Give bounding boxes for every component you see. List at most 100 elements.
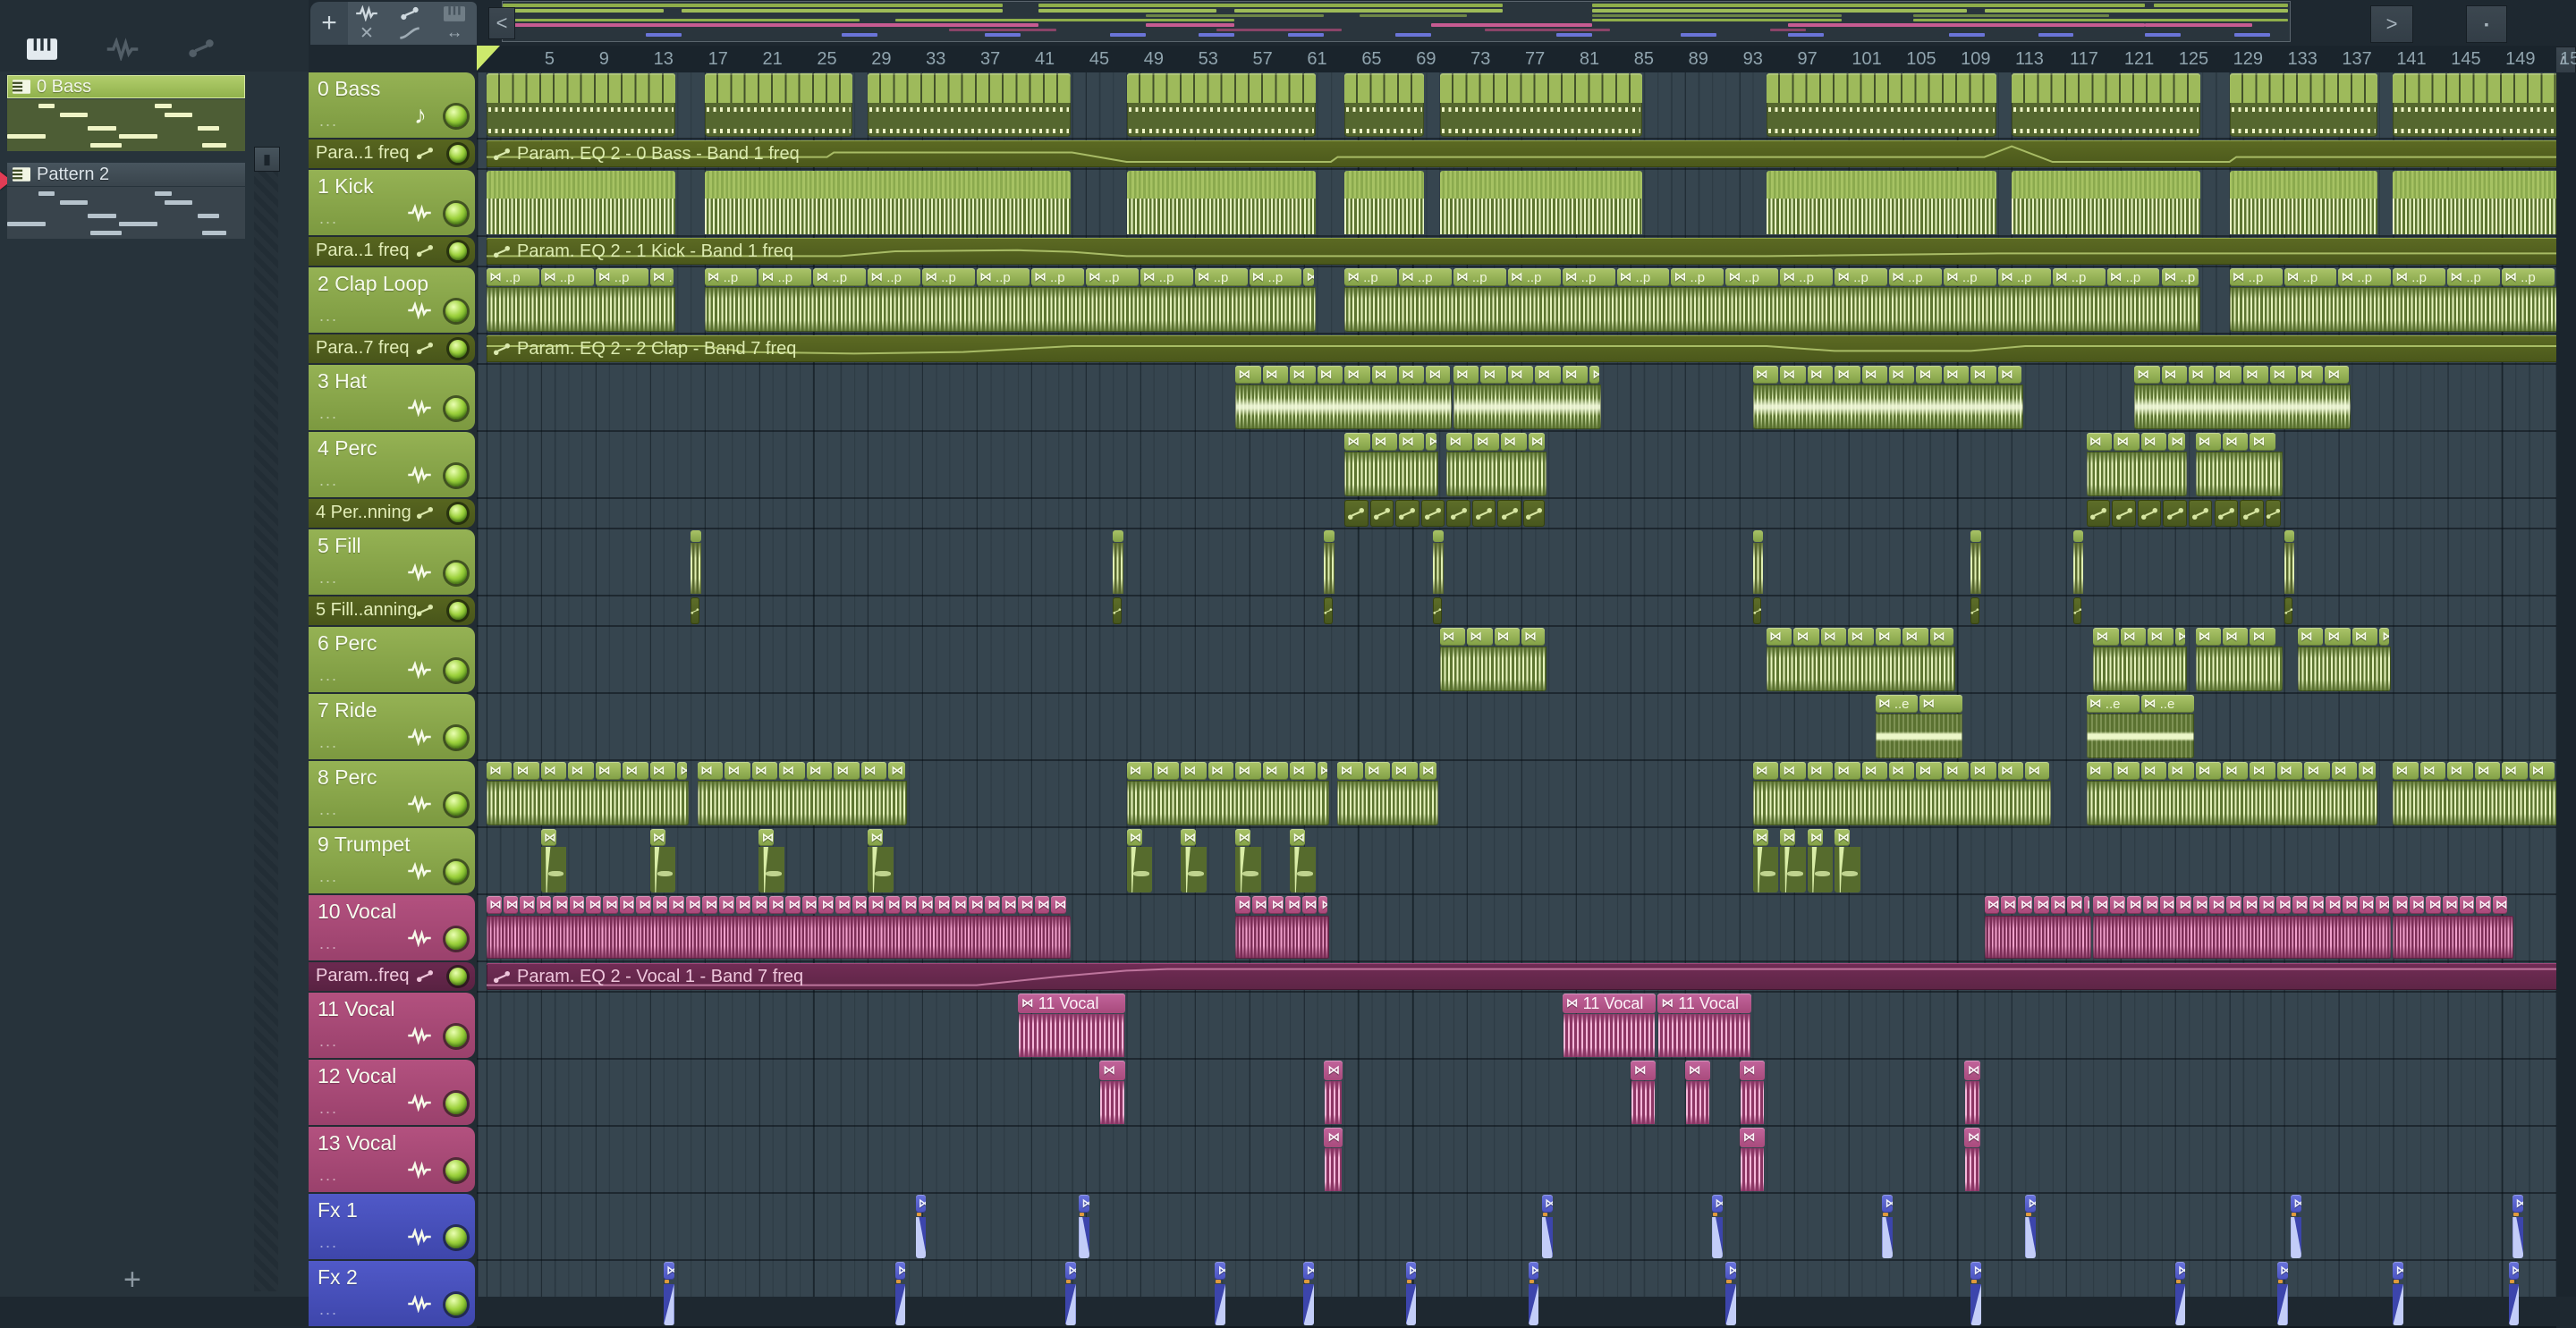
track-header-5-fill-anning[interactable]: 5 Fill..anning bbox=[309, 596, 475, 625]
trump-clip[interactable]: ⋈ bbox=[1181, 829, 1207, 892]
track-mute-led[interactable] bbox=[449, 145, 467, 163]
track-mute-led[interactable] bbox=[445, 562, 467, 584]
fill-clip[interactable] bbox=[1113, 530, 1123, 594]
pat-clip[interactable] bbox=[1439, 73, 1642, 137]
track-mute-led[interactable] bbox=[445, 1294, 467, 1315]
add-pattern-button[interactable]: + bbox=[123, 1263, 141, 1298]
perc-clip[interactable]: ⋈ ⋈ ⋈ bbox=[2195, 433, 2283, 496]
track-header-4-perc[interactable]: 4 Perc... bbox=[309, 432, 475, 497]
track-options[interactable]: ... bbox=[319, 471, 338, 490]
track-mute-led[interactable] bbox=[445, 1227, 467, 1248]
track-options[interactable]: ... bbox=[319, 209, 338, 228]
track-options[interactable]: ... bbox=[319, 112, 338, 131]
pattern-name[interactable]: Pattern 2 bbox=[7, 163, 245, 186]
perc-clip[interactable]: ⋈ ⋈ ⋈ ⋈ ⋈ ⋈ ⋈ ⋈ bbox=[1126, 762, 1329, 825]
pat-clip[interactable] bbox=[2229, 73, 2378, 137]
clap-clip[interactable]: ⋈ ..p ⋈ ..p ⋈ ..p ⋈ ..p ⋈ ..p ⋈ ..p ⋈ ..p ⋈ ..p ⋈ ..p ⋈ ..p… bbox=[704, 268, 1316, 332]
track-header-para-1-freq[interactable]: Para..1 freq bbox=[309, 140, 475, 168]
pattern-collapse-button[interactable]: ▮ bbox=[254, 147, 280, 172]
track-mute-led[interactable] bbox=[445, 794, 467, 816]
piano-icon[interactable] bbox=[27, 38, 68, 64]
vstrip-clip[interactable]: ⋈ ⋈ ⋈ ⋈ ⋈ ⋈ ⋈ ⋈ ⋈ ⋈ ⋈ ⋈ ⋈ ⋈ ⋈ ⋈ ⋈ ⋈ bbox=[2093, 896, 2392, 960]
vsm-clip[interactable]: ⋈ bbox=[1739, 1128, 1766, 1191]
pattern-preview[interactable] bbox=[7, 99, 245, 151]
trump-clip[interactable]: ⋈ bbox=[1290, 829, 1316, 892]
track-header-9-trumpet[interactable]: 9 Trumpet... bbox=[309, 828, 475, 893]
fx1-clip[interactable]: ⋈ bbox=[2512, 1195, 2523, 1258]
track-header-3-hat[interactable]: 3 Hat... bbox=[309, 365, 475, 430]
trump-clip[interactable]: ⋈ bbox=[1235, 829, 1261, 892]
lc1-clip[interactable] bbox=[1752, 597, 1764, 624]
vsm-clip[interactable]: ⋈ bbox=[1324, 1061, 1343, 1124]
lc-clip[interactable] bbox=[2086, 500, 2283, 527]
kick-clip[interactable] bbox=[704, 171, 1071, 234]
overview-forward-button[interactable]: > bbox=[2370, 5, 2413, 43]
clap-clip[interactable]: ⋈ ..p ⋈ ..p ⋈ ..p ⋈ ..p ⋈ ..p ⋈ ..p bbox=[2229, 268, 2562, 332]
fx2-clip[interactable]: ⋈ bbox=[1970, 1262, 1982, 1325]
track-mute-led[interactable] bbox=[445, 1093, 467, 1114]
pattern-name[interactable]: 0 Bass bbox=[7, 75, 245, 98]
wave-icon[interactable] bbox=[106, 38, 147, 64]
clap-clip[interactable]: ⋈ ..p ⋈ ..p ⋈ ..p ⋈ ..p ⋈ ..p ⋈ ..p ⋈ ..p ⋈ ..p ⋈ ..p ⋈ ..p… bbox=[1344, 268, 2201, 332]
track-header-1-kick[interactable]: 1 Kick... bbox=[309, 170, 475, 235]
auto-clip[interactable]: Param. EQ 2 - 1 Kick - Band 1 freq bbox=[487, 238, 2562, 265]
track-mute-led[interactable] bbox=[449, 968, 467, 985]
vsm-clip[interactable]: ⋈ bbox=[1630, 1061, 1657, 1124]
vstrip-clip[interactable]: ⋈⋈⋈⋈⋈⋈ bbox=[1235, 896, 1329, 960]
track-mute-led[interactable] bbox=[445, 106, 467, 127]
lc1-clip[interactable] bbox=[1324, 597, 1335, 624]
ride-clip[interactable]: ⋈ ..e ⋈ bbox=[1875, 695, 1962, 758]
trump-clip[interactable]: ⋈ bbox=[1126, 829, 1152, 892]
track-options[interactable]: ... bbox=[319, 404, 338, 423]
fill-clip[interactable] bbox=[1324, 530, 1335, 594]
track-mute-led[interactable] bbox=[449, 504, 467, 522]
track-header-11-vocal[interactable]: 11 Vocal... bbox=[309, 993, 475, 1058]
lc1-clip[interactable] bbox=[2072, 597, 2084, 624]
track-header-para-7-freq[interactable]: Para..7 freq bbox=[309, 334, 475, 363]
track-header-5-fill[interactable]: 5 Fill... bbox=[309, 529, 475, 595]
pattern-item-2[interactable]: Pattern 2 bbox=[7, 163, 245, 239]
track-mute-led[interactable] bbox=[449, 602, 467, 620]
vsm-clip[interactable]: ⋈ bbox=[1739, 1061, 1766, 1124]
trump-clip[interactable]: ⋈ bbox=[1780, 829, 1806, 892]
fx2-clip[interactable]: ⋈ bbox=[2508, 1262, 2520, 1325]
track-mute-led[interactable] bbox=[445, 1160, 467, 1181]
fx2-clip[interactable]: ⋈ bbox=[2174, 1262, 2186, 1325]
track-header-12-vocal[interactable]: 12 Vocal... bbox=[309, 1060, 475, 1125]
auto-clip[interactable]: Param. EQ 2 - 2 Clap - Band 7 freq bbox=[487, 335, 2562, 362]
kick-clip[interactable] bbox=[2012, 171, 2201, 234]
track-mute-led[interactable] bbox=[445, 398, 467, 419]
kick-clip[interactable] bbox=[1126, 171, 1316, 234]
trump-clip[interactable]: ⋈ bbox=[649, 829, 676, 892]
track-header-2-clap-loop[interactable]: 2 Clap Loop... bbox=[309, 267, 475, 333]
track-mute-led[interactable] bbox=[445, 660, 467, 681]
pattern-preview[interactable] bbox=[7, 187, 245, 239]
hat-clip[interactable]: ⋈ ⋈ ⋈ ⋈ ⋈ ⋈ ⋈ ⋈ ⋈ ⋈ bbox=[1752, 366, 2024, 429]
vstrip-clip[interactable]: ⋈ ⋈ ⋈ ⋈ ⋈ ⋈ ⋈ ⋈ ⋈ ⋈ ⋈ ⋈ ⋈ ⋈ ⋈ ⋈ ⋈ ⋈ ⋈ ⋈ ⋈ ⋈ ⋈ ⋈ ⋈ ⋈ ⋈ ⋈ ⋈ ⋈ ⋈ ⋈ ⋈ ⋈ ⋈ bbox=[487, 896, 1071, 960]
vclip-clip[interactable]: ⋈ 11 Vocal bbox=[1017, 994, 1125, 1057]
track-options[interactable]: ... bbox=[319, 1166, 338, 1185]
lc1-clip[interactable] bbox=[1113, 597, 1123, 624]
fill-clip[interactable] bbox=[1970, 530, 1982, 594]
track-mute-led[interactable] bbox=[445, 1026, 467, 1047]
track-options[interactable]: ... bbox=[319, 569, 338, 588]
song-overview-minimap[interactable] bbox=[503, 2, 2290, 41]
fx2-clip[interactable]: ⋈ bbox=[1528, 1262, 1539, 1325]
pat-clip[interactable] bbox=[1344, 73, 1425, 137]
kick-clip[interactable] bbox=[2393, 171, 2562, 234]
slice-tool-icon[interactable]: ✕ bbox=[352, 23, 382, 43]
pat-clip[interactable] bbox=[1767, 73, 1996, 137]
track-header-8-perc[interactable]: 8 Perc... bbox=[309, 761, 475, 826]
piano-icon[interactable] bbox=[439, 4, 470, 23]
fx1-clip[interactable]: ⋈ bbox=[1712, 1195, 1723, 1258]
track-mute-led[interactable] bbox=[449, 340, 467, 358]
link-icon[interactable] bbox=[188, 38, 229, 64]
vstrip-clip[interactable]: ⋈ ⋈ ⋈ ⋈ ⋈ ⋈ ⋈ bbox=[1984, 896, 2092, 960]
fx1-clip[interactable]: ⋈ bbox=[2291, 1195, 2301, 1258]
wave-icon[interactable] bbox=[352, 4, 382, 23]
track-mute-led[interactable] bbox=[445, 300, 467, 322]
track-header-param-freq[interactable]: Param..freq bbox=[309, 962, 475, 991]
fill-clip[interactable] bbox=[691, 530, 702, 594]
trump-clip[interactable]: ⋈ bbox=[540, 829, 567, 892]
kick-clip[interactable] bbox=[2229, 171, 2378, 234]
